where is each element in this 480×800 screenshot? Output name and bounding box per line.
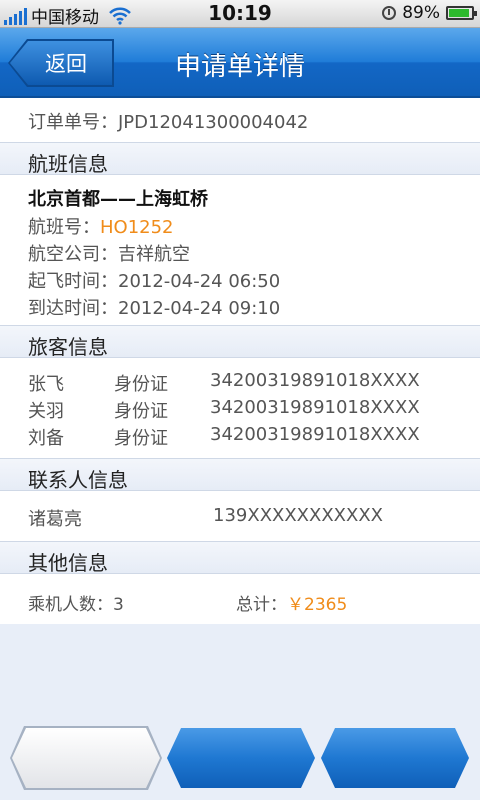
other-section-header: 其他信息	[0, 541, 480, 575]
passenger-name: 张飞	[28, 374, 64, 395]
passenger-id-number: 34200319891018XXXX	[210, 397, 420, 418]
total-price: ￥2365	[287, 595, 348, 615]
flight-info: 北京首都——上海虹桥 航班号：HO1252 航空公司：吉祥航空 起飞时间：201…	[0, 175, 480, 325]
passenger-name: 刘备	[28, 428, 64, 449]
table-row: 刘备 身份证 34200319891018XXXX	[28, 424, 480, 451]
passenger-id-number: 34200319891018XXXX	[210, 370, 420, 391]
contact-name: 诸葛亮	[28, 509, 82, 530]
battery-icon	[446, 6, 477, 20]
passenger-id-number: 34200319891018XXXX	[210, 424, 420, 445]
flight-number-line: 航班号：HO1252	[28, 213, 480, 240]
second-action-button[interactable]	[167, 728, 315, 788]
other-info: 乘机人数：3 总计： ￥2365	[0, 574, 480, 624]
third-action-button[interactable]	[321, 728, 469, 788]
first-action-button[interactable]	[12, 728, 160, 788]
passenger-id-type: 身份证	[114, 428, 168, 449]
status-bar: 中国移动 10:19 89%	[0, 0, 480, 28]
passenger-id-type: 身份证	[114, 401, 168, 422]
airline: 航空公司：吉祥航空	[28, 244, 190, 265]
flight-number: HO1252	[100, 217, 174, 238]
orientation-lock-icon	[382, 6, 397, 20]
passenger-name: 关羽	[28, 401, 64, 422]
detail-content: 订单单号：JPD12041300004042 航班信息 北京首都——上海虹桥 航…	[0, 98, 480, 624]
battery-percent: 89%	[402, 3, 440, 23]
passenger-count: 乘机人数：3	[28, 595, 124, 615]
table-row: 关羽 身份证 34200319891018XXXX	[28, 397, 480, 424]
status-right: 89%	[382, 3, 477, 23]
passenger-id-type: 身份证	[114, 374, 168, 395]
contact-info: 诸葛亮 139XXXXXXXXXXX	[0, 491, 480, 541]
contact-phone: 139XXXXXXXXXXX	[213, 505, 383, 526]
nav-bar: 返回 申请单详情	[0, 28, 480, 98]
total-label: 总计：	[236, 595, 287, 615]
bottom-action-bar	[0, 728, 480, 790]
page-title: 申请单详情	[174, 52, 305, 82]
passenger-list: 张飞 身份证 34200319891018XXXX 关羽 身份证 3420031…	[0, 358, 480, 458]
flight-number-label: 航班号：	[28, 217, 100, 238]
order-number: 订单单号：JPD12041300004042	[0, 98, 480, 142]
passenger-section-header: 旅客信息	[0, 325, 480, 359]
arrival-time: 到达时间：2012-04-24 09:10	[28, 298, 281, 319]
departure-time: 起飞时间：2012-04-24 06:50	[28, 271, 281, 292]
battery-fill	[449, 9, 469, 17]
contact-section-header: 联系人信息	[0, 458, 480, 492]
flight-section-header: 航班信息	[0, 142, 480, 176]
table-row: 张飞 身份证 34200319891018XXXX	[28, 370, 480, 397]
flight-route: 北京首都——上海虹桥	[28, 189, 208, 210]
